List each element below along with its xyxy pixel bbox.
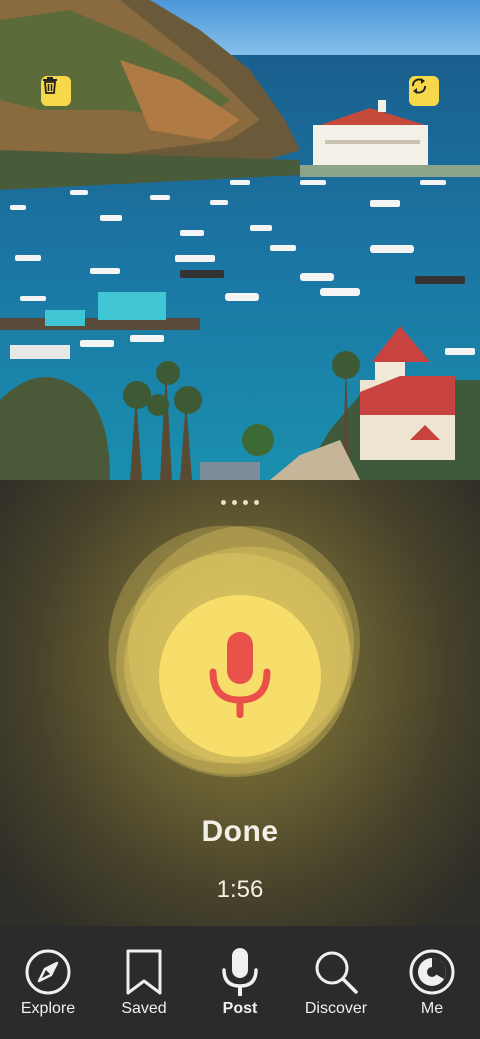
bookmark-icon bbox=[126, 949, 162, 995]
microphone-icon bbox=[222, 948, 258, 996]
trash-icon bbox=[43, 77, 57, 94]
recorder-panel: Done 1:56 bbox=[0, 480, 480, 926]
drag-handle[interactable] bbox=[221, 500, 259, 505]
recording-status: Done bbox=[201, 815, 279, 848]
compass-icon bbox=[25, 949, 71, 995]
nav-discover[interactable]: Discover bbox=[288, 926, 384, 1039]
nav-explore-label: Explore bbox=[20, 1000, 76, 1017]
search-icon bbox=[315, 951, 358, 994]
record-button[interactable] bbox=[159, 595, 321, 757]
swap-button[interactable] bbox=[409, 76, 439, 106]
harbor-photo bbox=[0, 0, 480, 480]
bottom-nav: Explore Saved Post Discover Me bbox=[0, 926, 480, 1039]
microphone-icon bbox=[209, 632, 271, 718]
swap-icon bbox=[412, 78, 426, 94]
profile-icon bbox=[409, 949, 455, 995]
nav-me-label: Me bbox=[420, 1000, 444, 1017]
nav-post[interactable]: Post bbox=[192, 926, 288, 1039]
nav-saved-label: Saved bbox=[121, 1000, 167, 1017]
harbor-image bbox=[0, 0, 480, 480]
recording-timer: 1:56 bbox=[216, 876, 264, 903]
nav-me[interactable]: Me bbox=[384, 926, 480, 1039]
nav-saved[interactable]: Saved bbox=[96, 926, 192, 1039]
nav-explore[interactable]: Explore bbox=[0, 926, 96, 1039]
nav-post-label: Post bbox=[222, 1000, 258, 1017]
nav-discover-label: Discover bbox=[304, 1000, 368, 1017]
delete-button[interactable] bbox=[41, 76, 71, 106]
